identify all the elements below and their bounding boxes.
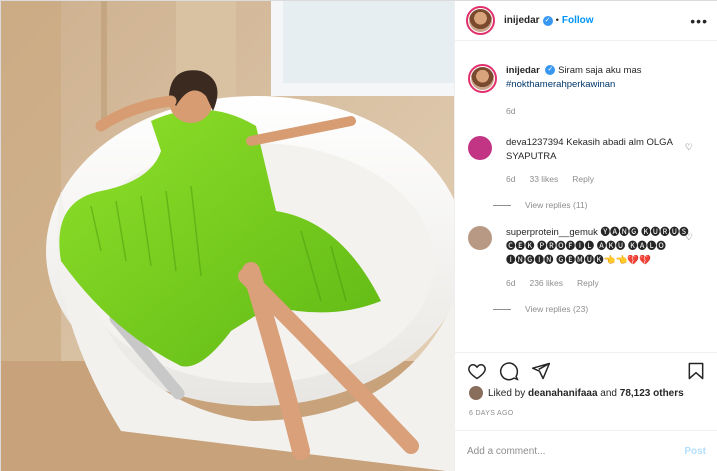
- post-photo[interactable]: [1, 1, 454, 471]
- reply-button[interactable]: Reply: [572, 172, 594, 186]
- share-icon[interactable]: [531, 361, 551, 381]
- liker-username[interactable]: deanahanifaaa: [528, 388, 597, 399]
- action-bar: [455, 352, 717, 388]
- caption-age: 6d: [506, 106, 516, 116]
- heart-icon[interactable]: [467, 361, 487, 381]
- more-options-icon[interactable]: •••: [690, 13, 708, 29]
- post-timestamp[interactable]: 6 DAYS AGO: [469, 410, 514, 417]
- view-replies-button[interactable]: View replies (11): [493, 200, 717, 210]
- liker-avatar[interactable]: [469, 386, 483, 400]
- comment-item: deva1237394 Kekasih abadi alm OLGA SYAPU…: [455, 136, 717, 186]
- caption-text: Siram saja aku mas: [558, 65, 642, 76]
- likes-others-count[interactable]: 78,123 others: [620, 388, 684, 399]
- post-comment-button[interactable]: Post: [684, 446, 706, 457]
- caption-username[interactable]: inijedar: [506, 65, 540, 76]
- likes-prefix: Liked by: [488, 387, 526, 399]
- photo-illustration: [1, 1, 454, 471]
- likes-connector: and: [600, 387, 617, 399]
- likes-summary: Liked by deanahanifaaa and 78,123 others: [469, 386, 684, 400]
- post-header: inijedar ✓ • Follow •••: [455, 1, 717, 41]
- comment-like-heart-icon[interactable]: ♡: [685, 232, 693, 243]
- caption-hashtag[interactable]: #nokthamerahperkawinan: [506, 78, 696, 92]
- comments-list[interactable]: inijedar ✓ Siram saja aku mas #nokthamer…: [455, 52, 717, 362]
- comment-age: 6d: [506, 174, 516, 184]
- view-replies-label: View replies (11): [525, 200, 588, 210]
- follow-button[interactable]: Follow: [562, 15, 594, 26]
- reply-button[interactable]: Reply: [577, 276, 599, 290]
- view-replies-label: View replies (23): [525, 304, 589, 314]
- author-avatar[interactable]: [466, 6, 495, 35]
- comment-age: 6d: [506, 278, 516, 288]
- comment-like-heart-icon[interactable]: ♡: [685, 142, 693, 153]
- comment-icon[interactable]: [499, 361, 519, 381]
- bookmark-icon[interactable]: [686, 361, 706, 381]
- instagram-post: inijedar ✓ • Follow ••• inijedar ✓ Siram…: [0, 0, 717, 471]
- comment-username[interactable]: superprotein__gemuk: [506, 227, 598, 238]
- caption: inijedar ✓ Siram saja aku mas #nokthamer…: [455, 64, 717, 118]
- caption-avatar[interactable]: [468, 64, 497, 93]
- comment-item: superprotein__gemuk 🅨🅐🅝🅖 🅚🅤🅡🅤🅢 🅒🅔🅚 🅟🅡🅞🅕🅘…: [455, 226, 717, 290]
- author-username[interactable]: inijedar: [504, 15, 540, 26]
- comment-avatar[interactable]: [468, 136, 492, 160]
- post-sidebar: inijedar ✓ • Follow ••• inijedar ✓ Siram…: [454, 1, 717, 471]
- comment-avatar[interactable]: [468, 226, 492, 250]
- comment-likes[interactable]: 33 likes: [529, 172, 558, 186]
- header-separator: •: [555, 15, 559, 26]
- verified-badge-icon: ✓: [542, 15, 553, 26]
- verified-badge-icon: ✓: [545, 65, 556, 76]
- comment-username[interactable]: deva1237394: [506, 137, 564, 148]
- comment-likes[interactable]: 236 likes: [529, 276, 563, 290]
- view-replies-button[interactable]: View replies (23): [493, 304, 717, 314]
- comment-input[interactable]: [467, 446, 685, 457]
- add-comment-bar: Post: [455, 430, 717, 471]
